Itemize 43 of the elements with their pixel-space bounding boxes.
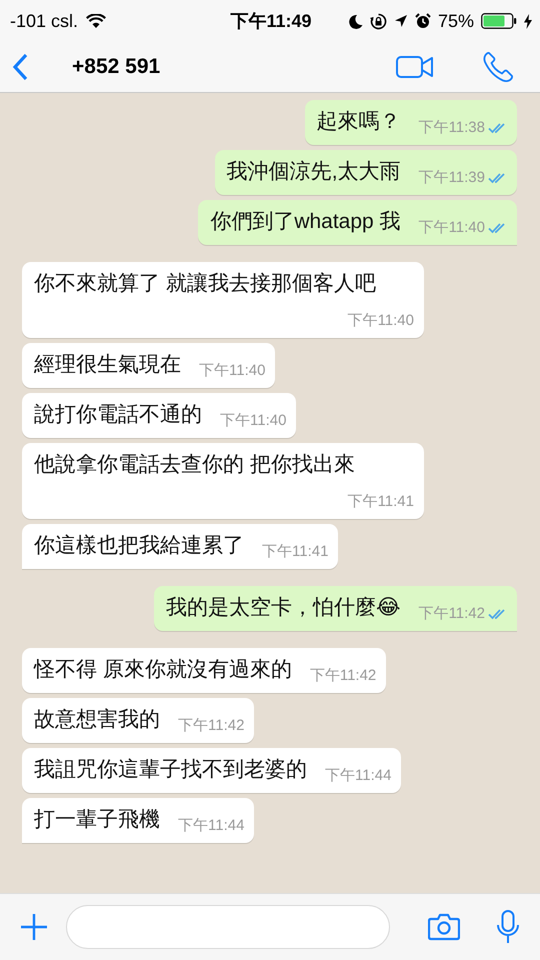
message-input[interactable] (66, 905, 390, 949)
message-text: 說打你電話不通的 (34, 403, 202, 426)
camera-icon[interactable] (428, 913, 460, 941)
message-text: 我詛咒你這輩子找不到老婆的 (34, 758, 307, 781)
phone-icon[interactable] (482, 51, 514, 83)
message-text: 打一輩子飛機 (34, 808, 160, 831)
message-text: 你這樣也把我給連累了 (34, 534, 244, 557)
message-time: 下午11:44 (178, 816, 244, 836)
message-time: 下午11:42 (178, 716, 244, 736)
message-text: 他說拿你電話去查你的 把你找出來 (34, 453, 355, 476)
plus-icon[interactable] (20, 913, 48, 941)
message-text: 故意想害我的 (34, 708, 160, 731)
message-text: 起來嗎？ (316, 110, 401, 133)
moon-icon (348, 14, 363, 28)
back-icon[interactable] (12, 53, 28, 81)
message-time: 下午11:40 (348, 311, 414, 331)
message-time: 下午11:40 (220, 411, 286, 431)
carrier-text: -101 csl. (10, 10, 78, 32)
rotation-lock-icon (370, 12, 387, 30)
clock-text: 下午11:49 (230, 10, 312, 33)
message-text: 我沖個涼先,太大雨 (226, 160, 401, 183)
alarm-icon (414, 13, 431, 29)
message-time: 下午11:40 (418, 218, 485, 238)
message-text: 經理很生氣現在 (34, 353, 181, 376)
charging-icon (524, 14, 532, 28)
message-text: 你們到了whatapp 我 (210, 210, 401, 233)
message-text: 你不來就算了 就讓我去接那個客人吧 (34, 272, 376, 295)
location-arrow-icon (394, 14, 408, 28)
message-time: 下午11:38 (418, 118, 485, 138)
message-time: 下午11:40 (199, 361, 266, 381)
message-time: 下午11:41 (262, 542, 328, 562)
message-time: 下午11:44 (325, 766, 392, 786)
message-text: 我的是太空卡，怕什麼😂 (166, 596, 401, 619)
message-time: 下午11:42 (310, 666, 376, 686)
message-text: 怪不得 原來你就沒有過來的 (34, 658, 292, 681)
battery-percent-text: 75% (438, 10, 474, 32)
wifi-icon (86, 14, 106, 28)
microphone-icon[interactable] (496, 910, 520, 944)
message-time: 下午11:42 (418, 604, 485, 624)
battery-icon (481, 13, 518, 29)
video-call-icon[interactable] (396, 55, 434, 79)
message-time: 下午11:41 (348, 492, 414, 512)
message-time: 下午11:39 (418, 168, 485, 188)
